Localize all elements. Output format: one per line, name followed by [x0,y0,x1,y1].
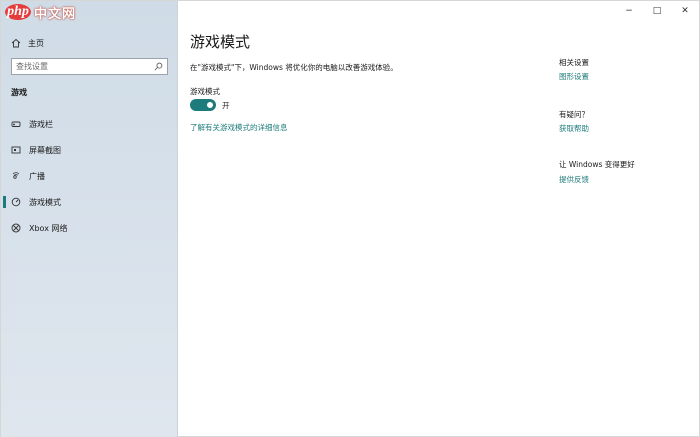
home-nav-item[interactable]: 主页 [11,36,44,50]
question-heading: 有疑问？ [559,110,589,119]
watermark-text: 中文网 [34,6,77,22]
sidebar-item-game-bar[interactable]: 游戏栏 [1,113,177,135]
sidebar-item-game-mode[interactable]: 游戏模式 [1,191,177,213]
home-icon [11,38,21,48]
sidebar-item-label: Xbox 网络 [29,223,68,233]
section-label-games: 游戏 [11,88,27,97]
give-feedback-link[interactable]: 提供反馈 [559,174,589,185]
sidebar-item-broadcast[interactable]: 广播 [1,165,177,187]
graphics-settings-link[interactable]: 图形设置 [559,71,589,82]
feedback-heading: 让 Windows 变得更好 [559,160,635,169]
learn-more-link[interactable]: 了解有关游戏模式的详细信息 [190,122,288,133]
settings-window: php 中文网 主页 查找设置 游戏 游戏栏 屏幕截图 广播 游戏模式 Xbox… [0,0,700,437]
toggle-state-label: 开 [222,100,230,110]
window-controls: − □ ✕ [615,1,699,21]
game-bar-icon [11,119,21,129]
broadcast-icon [11,171,21,181]
get-help-link[interactable]: 获取帮助 [559,123,589,134]
search-placeholder: 查找设置 [16,62,48,71]
related-settings-heading: 相关设置 [559,58,589,67]
toggle-knob [207,102,213,108]
sidebar-item-label: 游戏栏 [29,119,53,129]
sidebar-item-captures[interactable]: 屏幕截图 [1,139,177,161]
close-button[interactable]: ✕ [671,1,699,21]
maximize-button[interactable]: □ [643,1,671,21]
game-mode-toggle-row: 开 [190,99,230,111]
game-mode-toggle-label: 游戏模式 [190,87,220,96]
capture-icon [11,145,21,155]
page-title: 游戏模式 [190,33,251,51]
sidebar-item-label: 广播 [29,171,45,181]
sidebar-item-xbox-network[interactable]: Xbox 网络 [1,217,177,239]
search-input[interactable]: 查找设置 [11,58,168,75]
watermark-php-mark: php [5,4,31,20]
watermark-logo: php 中文网 [5,3,77,22]
sidebar: php 中文网 主页 查找设置 游戏 游戏栏 屏幕截图 广播 游戏模式 Xbox… [1,1,178,437]
search-icon [153,62,163,72]
xbox-icon [11,223,21,233]
minimize-button[interactable]: − [615,1,643,21]
page-description: 在"游戏模式"下，Windows 将优化你的电脑以改善游戏体验。 [190,63,398,72]
home-label: 主页 [28,38,44,48]
sidebar-item-label: 屏幕截图 [29,145,61,155]
game-mode-icon [11,197,21,207]
sidebar-item-label: 游戏模式 [29,197,61,207]
game-mode-toggle[interactable] [190,99,216,111]
